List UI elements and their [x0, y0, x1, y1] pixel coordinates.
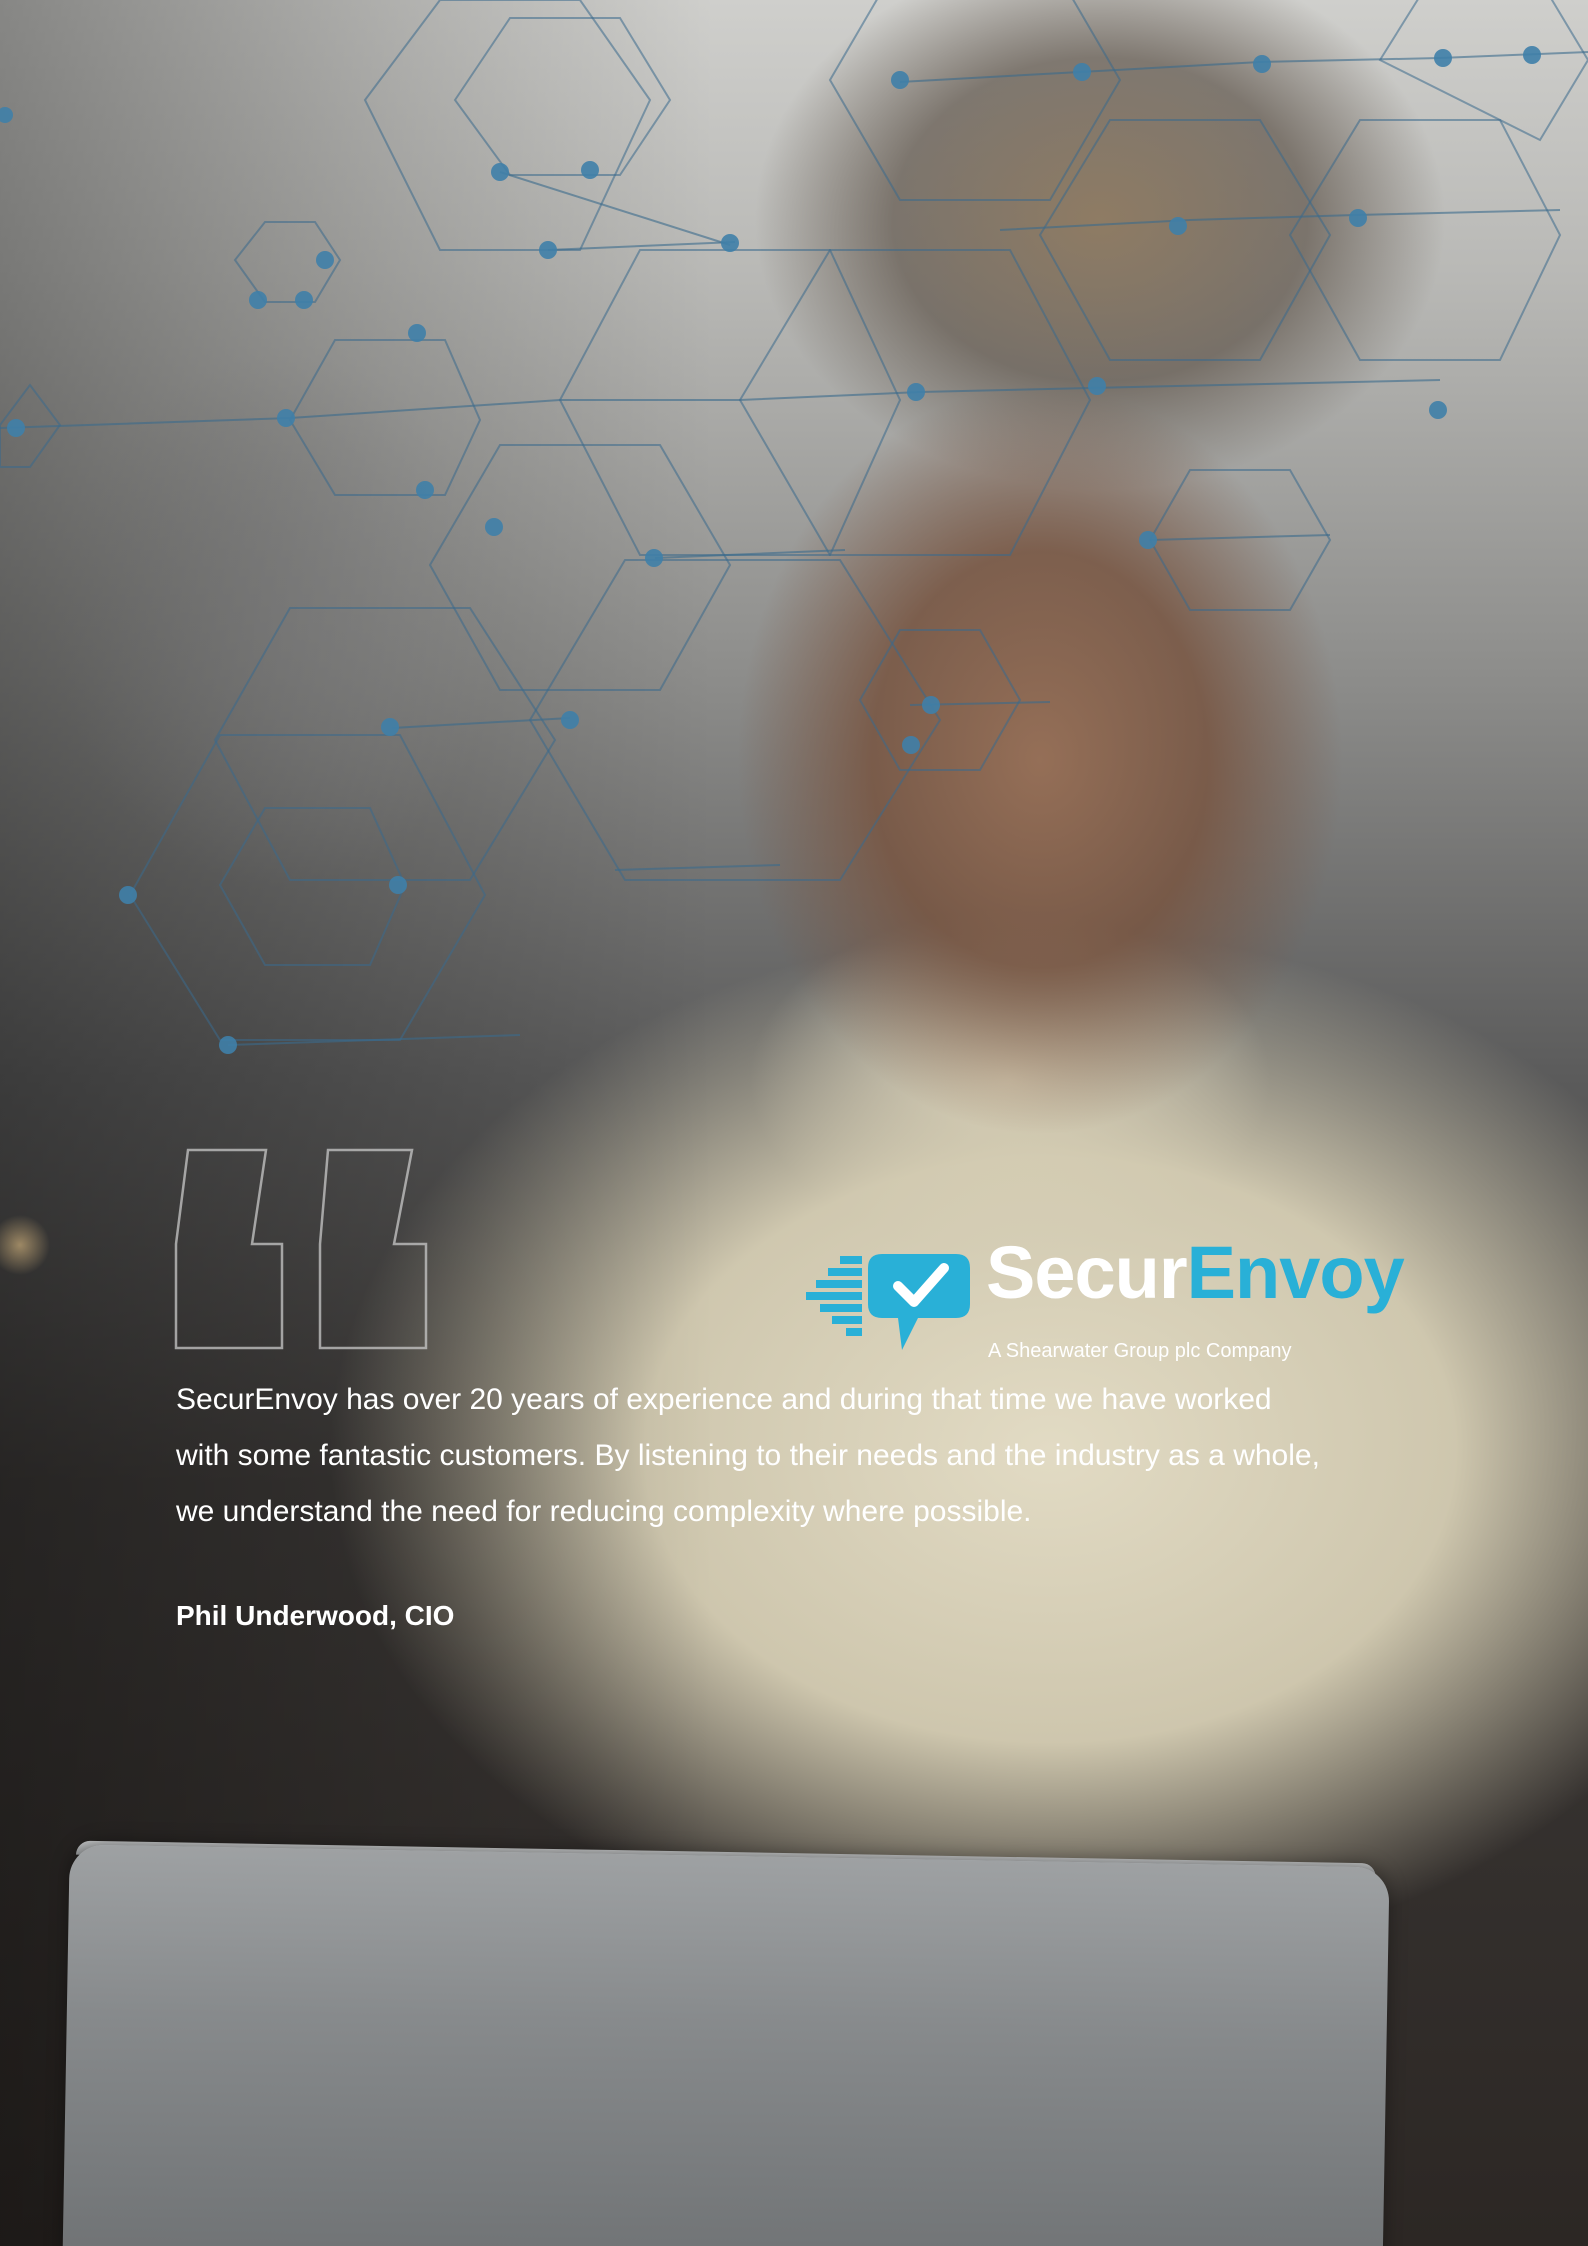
logo-wordmark: SecurEnvoy: [986, 1236, 1405, 1310]
quotation-mark-outline-icon: [174, 1148, 428, 1350]
testimonial-author: Phil Underwood, CIO: [176, 1600, 455, 1631]
testimonial-quote: SecurEnvoy has over 20 years of experien…: [176, 1383, 1320, 1528]
logo-tagline: A Shearwater Group plc Company: [988, 1340, 1292, 1362]
speech-bubble-checkmark-icon: [806, 1254, 970, 1350]
logo-wordmark-envoy: Envoy: [1186, 1231, 1405, 1314]
securenvoy-logo: SecurEnvoy A Shearwater Group plc Compan…: [806, 1236, 1405, 1366]
tablet-device: [62, 1844, 1390, 2246]
logo-wordmark-secur: Secur: [986, 1231, 1188, 1314]
hexagon-network-pattern: [0, 0, 1588, 1054]
